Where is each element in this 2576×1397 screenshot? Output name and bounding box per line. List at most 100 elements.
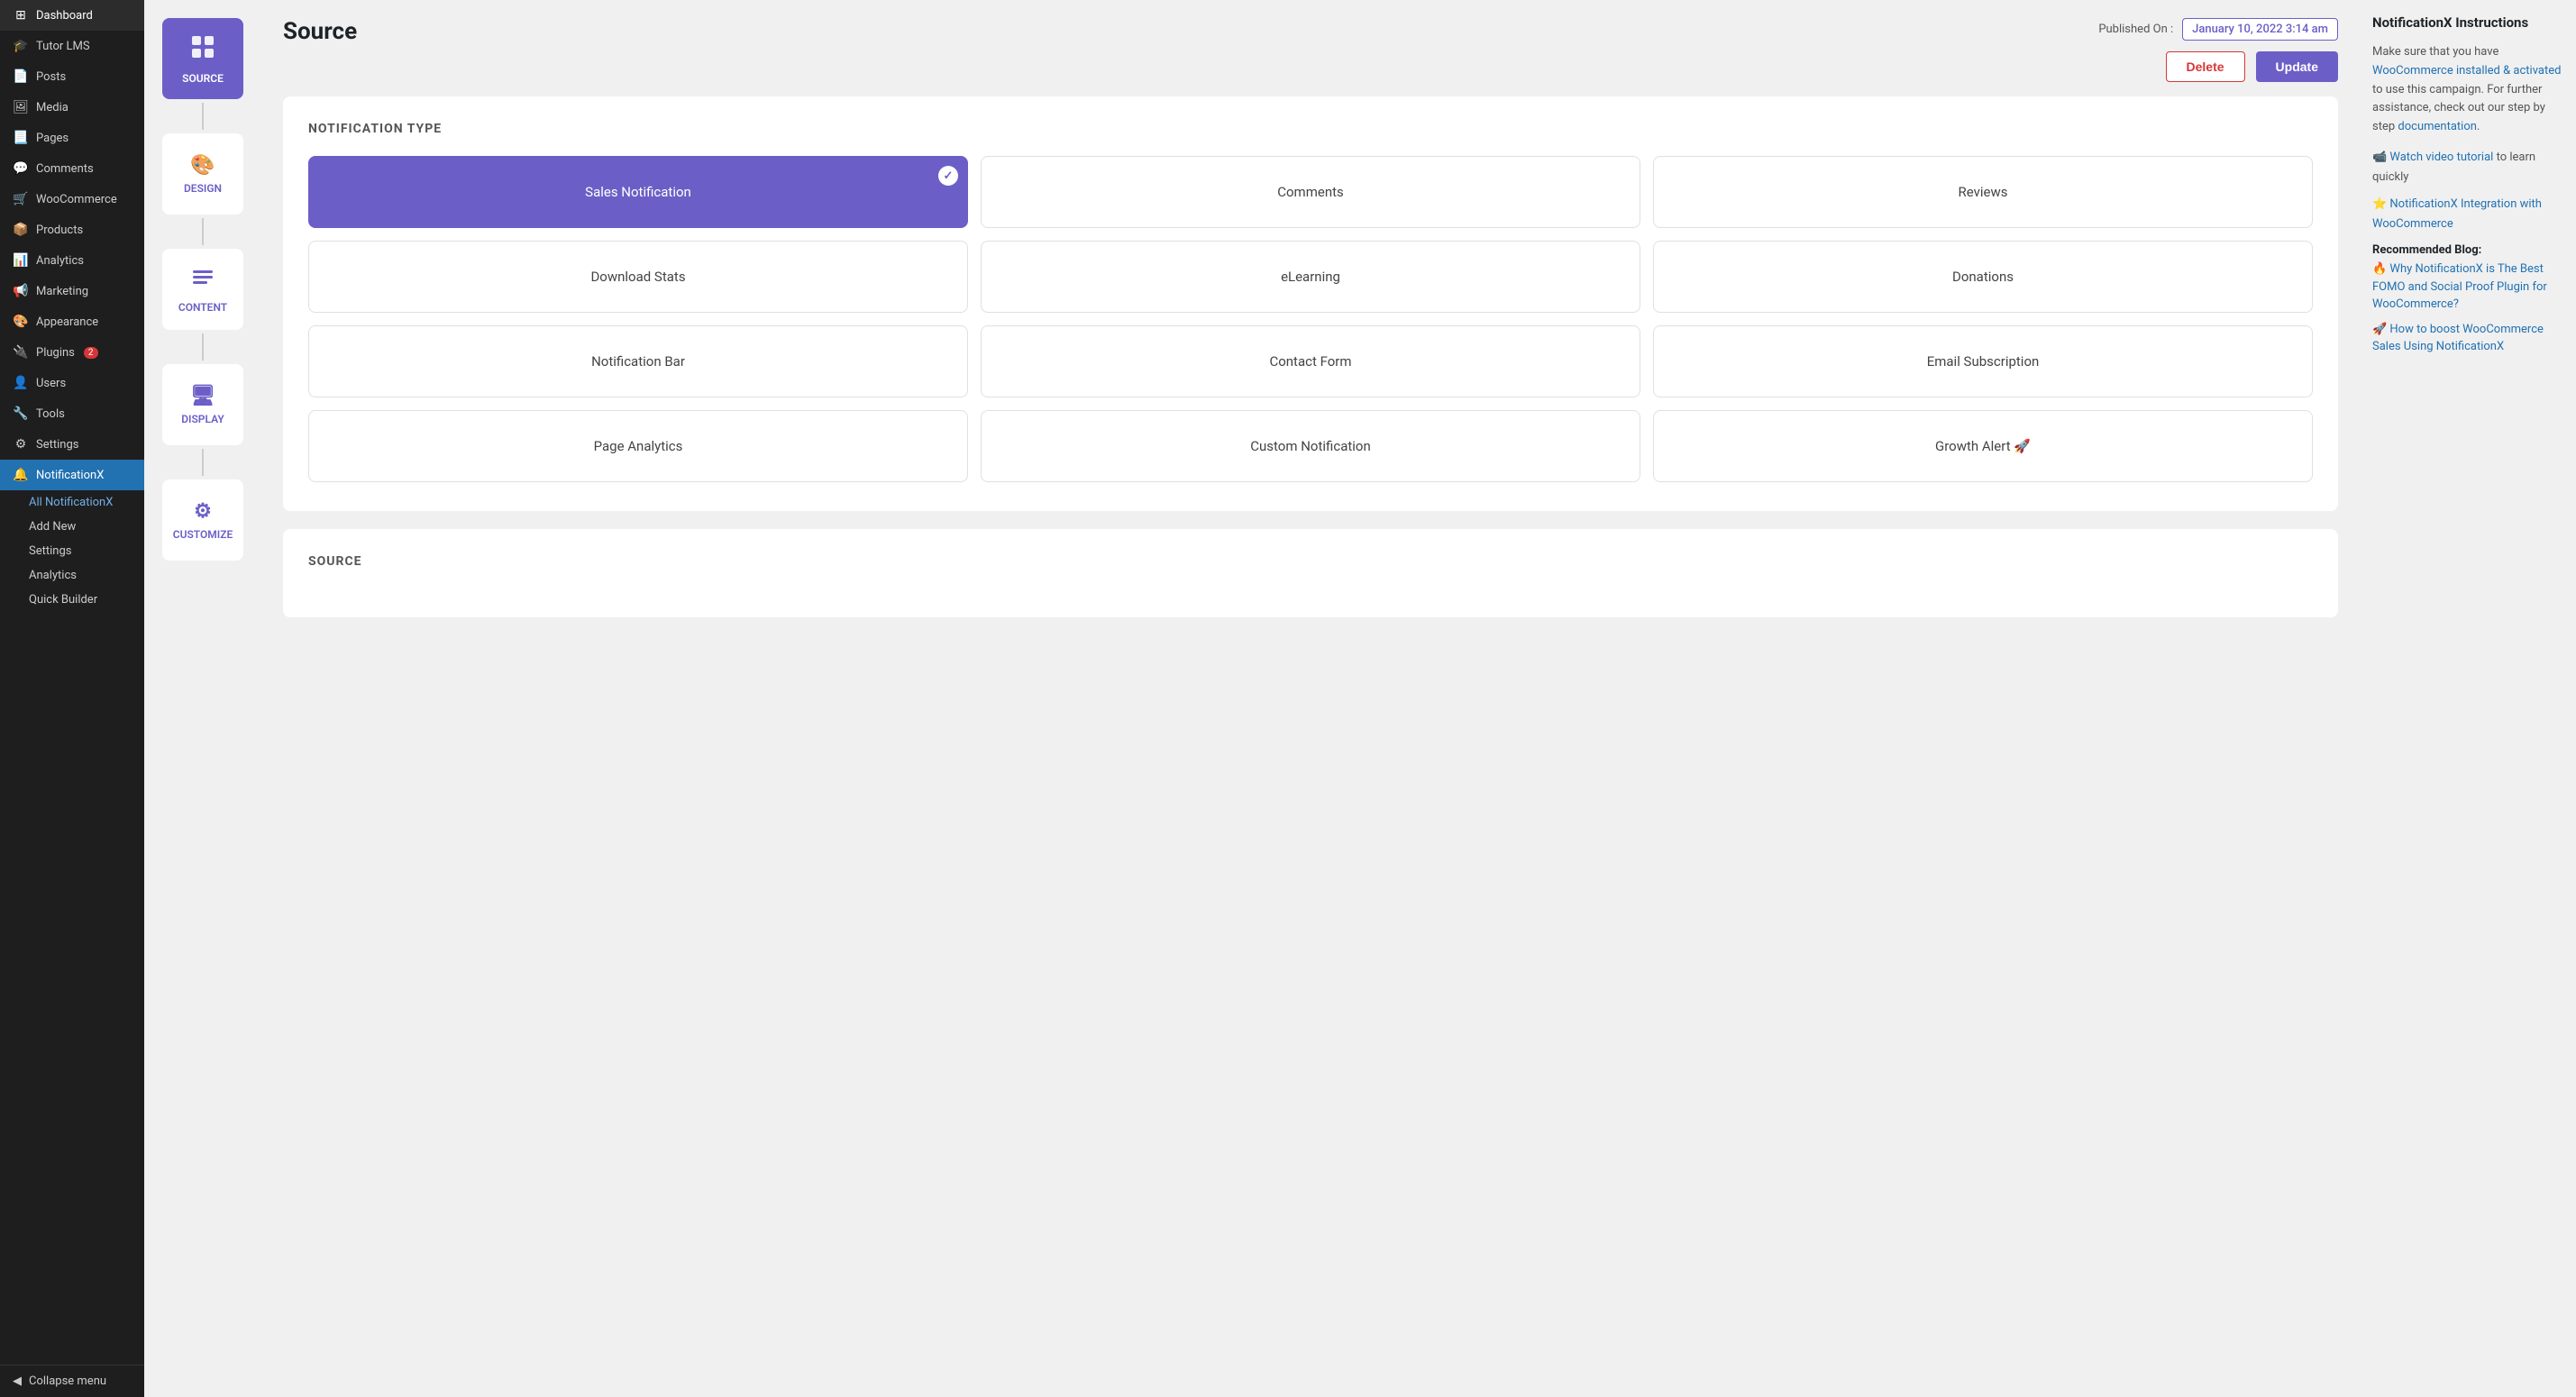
collapse-menu-button[interactable]: ◀ Collapse menu — [0, 1365, 144, 1397]
right-panel-video: 📹 Watch video tutorial to learn quickly — [2372, 148, 2563, 187]
content-step-label: CONTENT — [178, 301, 227, 314]
sidebar-item-analytics[interactable]: 📊 Analytics — [0, 245, 144, 276]
page-analytics-card-label: Page Analytics — [594, 438, 683, 454]
sidebar-item-woocommerce[interactable]: 🛒 WooCommerce — [0, 184, 144, 215]
wizard-connector-3 — [202, 333, 204, 361]
analytics-icon: 📊 — [13, 253, 29, 268]
woocommerce-link[interactable]: WooCommerce installed & activated — [2372, 64, 2561, 78]
published-date: January 10, 2022 3:14 am — [2182, 18, 2338, 41]
page-title: Source — [283, 18, 357, 45]
integration-link[interactable]: ⭐ NotificationX Integration with WooComm… — [2372, 197, 2542, 231]
notification-card-contact-form[interactable]: Contact Form — [981, 325, 1640, 397]
wizard-connector-4 — [202, 449, 204, 476]
source-step-icon — [188, 32, 217, 67]
sidebar-item-plugins[interactable]: 🔌 Plugins 2 — [0, 337, 144, 368]
contact-form-card-label: Contact Form — [1269, 353, 1351, 370]
dashboard-icon: ⊞ — [13, 8, 29, 23]
wizard-connector-2 — [202, 218, 204, 245]
collapse-icon: ◀ — [13, 1374, 22, 1388]
wizard-step-content[interactable]: CONTENT — [144, 249, 261, 330]
blog1-link[interactable]: 🔥 Why NotificationX is The Best FOMO and… — [2372, 260, 2563, 314]
video-tutorial-link[interactable]: 📹 Watch video tutorial — [2372, 151, 2497, 164]
sidebar-item-tools[interactable]: 🔧 Tools — [0, 398, 144, 429]
sales-card-label: Sales Notification — [585, 184, 691, 200]
notification-card-notification-bar[interactable]: Notification Bar — [308, 325, 968, 397]
notificationx-icon: 🔔 — [13, 468, 29, 482]
documentation-link[interactable]: documentation — [2398, 120, 2477, 133]
tutor-icon: 🎓 — [13, 39, 29, 53]
sidebar-sub-settings[interactable]: Settings — [0, 539, 144, 563]
notification-bar-card-label: Notification Bar — [591, 353, 685, 370]
reviews-card-label: Reviews — [1959, 184, 2008, 200]
wizard-step-design[interactable]: 🎨 DESIGN — [144, 133, 261, 215]
comments-card-label: Comments — [1277, 184, 1344, 200]
sidebar-item-settings[interactable]: ⚙ Settings — [0, 429, 144, 460]
selected-check-icon: ✓ — [938, 166, 958, 186]
plugins-icon: 🔌 — [13, 345, 29, 360]
sidebar-item-appearance[interactable]: 🎨 Appearance — [0, 306, 144, 337]
sidebar-item-products[interactable]: 📦 Products — [0, 215, 144, 245]
users-icon: 👤 — [13, 376, 29, 390]
sidebar-item-users[interactable]: 👤 Users — [0, 368, 144, 398]
notification-card-donations[interactable]: Donations — [1653, 241, 2313, 313]
notification-card-elearning[interactable]: eLearning — [981, 241, 1640, 313]
right-panel-integration: ⭐ NotificationX Integration with WooComm… — [2372, 195, 2563, 234]
sidebar-item-tutor-lms[interactable]: 🎓 Tutor LMS — [0, 31, 144, 61]
right-panel-title: NotificationX Instructions — [2372, 14, 2563, 31]
sidebar-sub-quickbuilder[interactable]: Quick Builder — [0, 588, 144, 612]
blog1-section: 🔥 Why NotificationX is The Best FOMO and… — [2372, 260, 2563, 314]
posts-icon: 📄 — [13, 69, 29, 84]
sidebar-item-notificationx[interactable]: 🔔 NotificationX — [0, 460, 144, 490]
design-step-icon: 🎨 — [190, 154, 215, 177]
notification-card-custom-notification[interactable]: Custom Notification — [981, 410, 1640, 482]
design-step-label: DESIGN — [184, 182, 222, 195]
sidebar-item-comments[interactable]: 💬 Comments — [0, 153, 144, 184]
blog2-link[interactable]: 🚀 How to boost WooCommerce Sales Using N… — [2372, 321, 2563, 356]
main-content: Source Published On : January 10, 2022 3… — [261, 0, 2360, 1397]
right-panel-intro: Make sure that you have WooCommerce inst… — [2372, 43, 2563, 137]
notification-card-comments[interactable]: Comments — [981, 156, 1640, 228]
notification-type-title: NOTIFICATION TYPE — [308, 122, 2313, 136]
wizard-connector-1 — [202, 103, 204, 130]
donations-card-label: Donations — [1952, 269, 2014, 285]
notification-card-sales[interactable]: ✓ Sales Notification — [308, 156, 968, 228]
sidebar-item-dashboard[interactable]: ⊞ Dashboard — [0, 0, 144, 31]
wizard-sidebar: SOURCE 🎨 DESIGN — [144, 0, 261, 1397]
sidebar-sub-analytics[interactable]: Analytics — [0, 563, 144, 588]
notification-card-page-analytics[interactable]: Page Analytics — [308, 410, 968, 482]
notification-card-reviews[interactable]: Reviews — [1653, 156, 2313, 228]
sidebar-item-pages[interactable]: 📃 Pages — [0, 123, 144, 153]
sidebar-sub-all[interactable]: All NotificationX — [0, 490, 144, 515]
pages-icon: 📃 — [13, 131, 29, 145]
custom-notification-card-label: Custom Notification — [1250, 438, 1371, 454]
marketing-icon: 📢 — [13, 284, 29, 298]
settings-icon: ⚙ — [13, 437, 29, 452]
sidebar-item-posts[interactable]: 📄 Posts — [0, 61, 144, 92]
wizard-step-display[interactable]: 🖥 DISPLAY — [144, 364, 261, 445]
sidebar-item-marketing[interactable]: 📢 Marketing — [0, 276, 144, 306]
appearance-icon: 🎨 — [13, 315, 29, 329]
wizard-step-customize[interactable]: ⚙ CUSTOMIZE — [144, 479, 261, 561]
wizard-step-source[interactable]: SOURCE — [144, 18, 261, 99]
notification-card-growth-alert[interactable]: Growth Alert 🚀 — [1653, 410, 2313, 482]
comments-icon: 💬 — [13, 161, 29, 176]
products-icon: 📦 — [13, 223, 29, 237]
notification-card-email-subscription[interactable]: Email Subscription — [1653, 325, 2313, 397]
tools-icon: 🔧 — [13, 406, 29, 421]
delete-button[interactable]: Delete — [2166, 51, 2245, 82]
sidebar-item-media[interactable]: 🖼 Media — [0, 92, 144, 123]
update-button[interactable]: Update — [2256, 51, 2338, 82]
content-step-icon — [190, 265, 215, 296]
source-card: SOURCE — [283, 529, 2338, 617]
right-panel: NotificationX Instructions Make sure tha… — [2360, 0, 2576, 1397]
notification-card-download-stats[interactable]: Download Stats — [308, 241, 968, 313]
display-step-label: DISPLAY — [181, 413, 224, 425]
growth-alert-card-label: Growth Alert 🚀 — [1935, 438, 2031, 454]
action-buttons: Delete Update — [2166, 51, 2338, 82]
download-stats-card-label: Download Stats — [590, 269, 685, 285]
sidebar-sub-add[interactable]: Add New — [0, 515, 144, 539]
customize-step-label: CUSTOMIZE — [173, 528, 233, 541]
woo-icon: 🛒 — [13, 192, 29, 206]
sidebar: ⊞ Dashboard 🎓 Tutor LMS 📄 Posts 🖼 Media … — [0, 0, 144, 1397]
email-subscription-card-label: Email Subscription — [1927, 353, 2040, 370]
